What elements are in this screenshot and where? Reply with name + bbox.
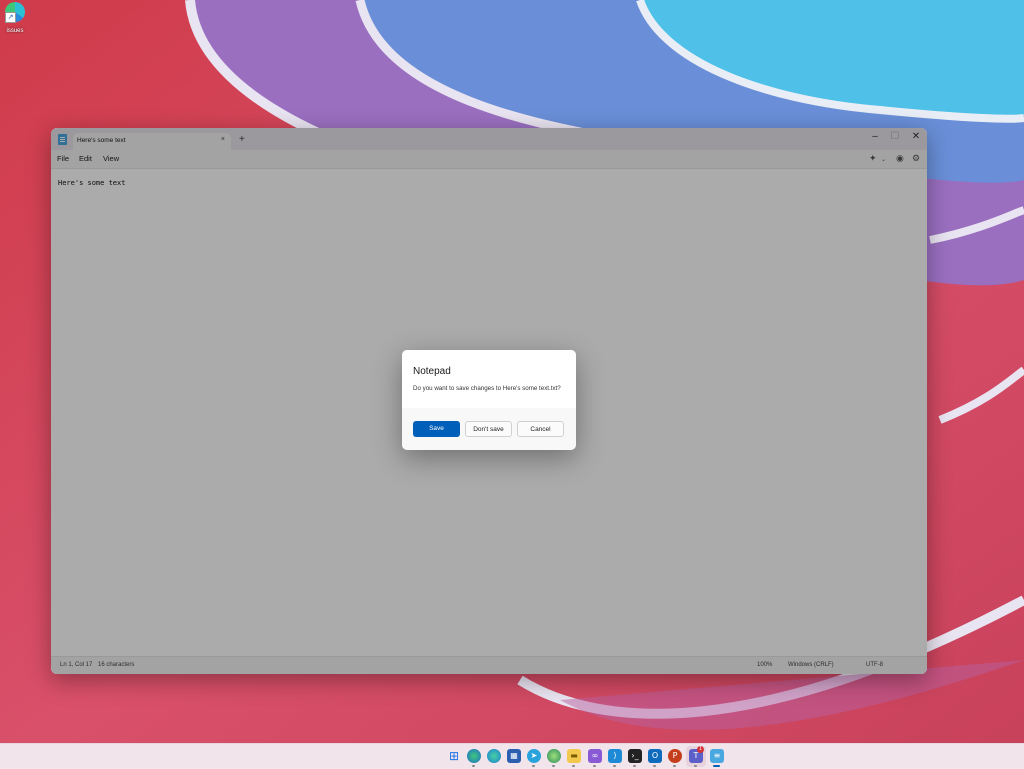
file-explorer-icon[interactable]: ▬ [567,749,581,763]
dialog-title: Notepad [413,366,451,377]
save-button[interactable]: Save [413,421,460,437]
dont-save-button[interactable]: Don't save [465,421,512,437]
notification-badge: 1 [697,746,704,753]
desktop-shortcut[interactable]: ↗ issues [2,2,28,34]
outlook-icon[interactable]: O [648,749,662,763]
save-changes-dialog: Notepad Do you want to save changes to H… [402,350,576,450]
running-indicator [673,765,676,767]
running-indicator [633,765,636,767]
running-indicator [472,765,475,767]
running-indicator [613,765,616,767]
edge-dev-icon[interactable] [547,749,561,763]
shortcut-arrow-icon: ↗ [5,12,16,23]
cancel-button[interactable]: Cancel [517,421,564,437]
running-indicator [653,765,656,767]
windows-start-icon[interactable]: ⊞ [447,749,461,763]
terminal-icon[interactable]: ›_ [628,749,642,763]
store-icon[interactable]: ▦ [507,749,521,763]
running-indicator [532,765,535,767]
telegram-icon[interactable]: ➤ [527,749,541,763]
running-indicator [552,765,555,767]
taskbar: ⊞ ▦ ➤ ▬ ∞ ⟩ ›_ O P T 1 ≡ [0,743,1024,769]
notepad-icon[interactable]: ≡ [710,749,724,763]
desktop-shortcut-label: issues [6,28,24,34]
edge-shortcut-icon: ↗ [5,2,25,23]
vscode-icon[interactable]: ⟩ [608,749,622,763]
visual-studio-icon[interactable]: ∞ [588,749,602,763]
active-indicator [713,765,720,767]
running-indicator [593,765,596,767]
powerpoint-icon[interactable]: P [668,749,682,763]
dialog-message: Do you want to save changes to Here's so… [413,385,561,392]
edge-icon[interactable] [487,749,501,763]
edge-beta-icon[interactable] [467,749,481,763]
running-indicator [572,765,575,767]
dialog-content: Notepad Do you want to save changes to H… [402,350,576,408]
running-indicator [694,765,697,767]
